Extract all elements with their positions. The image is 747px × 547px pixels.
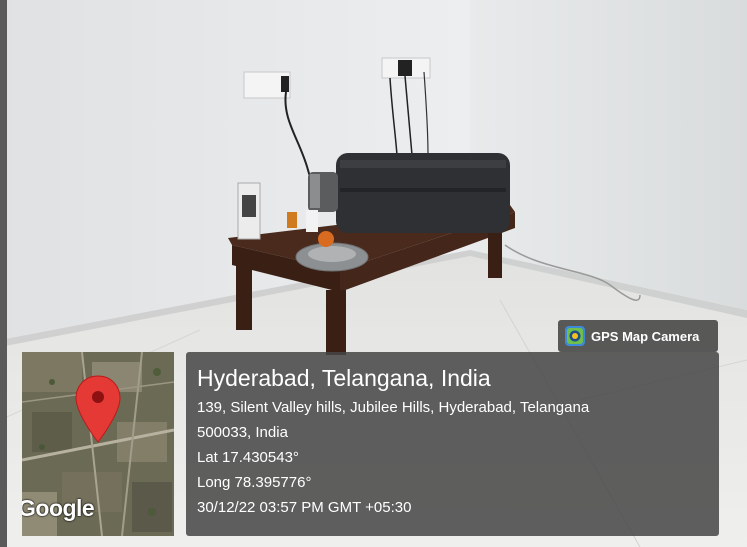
timestamp: 30/12/22 03:57 PM GMT +05:30: [197, 499, 412, 516]
address-line-1: 139, Silent Valley hills, Jubilee Hills,…: [197, 399, 590, 416]
longitude: Long 78.395776°: [197, 474, 312, 491]
latitude: Lat 17.430543°: [197, 449, 299, 466]
map-thumbnail[interactable]: Google: [22, 352, 174, 536]
location-info-panel: Hyderabad, Telangana, India 139, Silent …: [186, 352, 719, 536]
badge-label: GPS Map Camera: [591, 328, 700, 344]
google-logo: Google: [22, 495, 95, 521]
gps-map-camera-badge: GPS Map Camera: [558, 320, 718, 352]
photo-frame: GPS Map Camera Google Hyderabad, Telanga…: [0, 0, 747, 547]
location-title: Hyderabad, Telangana, India: [197, 365, 491, 391]
address-line-2: 500033, India: [197, 424, 288, 441]
gps-map-camera-icon: [565, 326, 585, 346]
